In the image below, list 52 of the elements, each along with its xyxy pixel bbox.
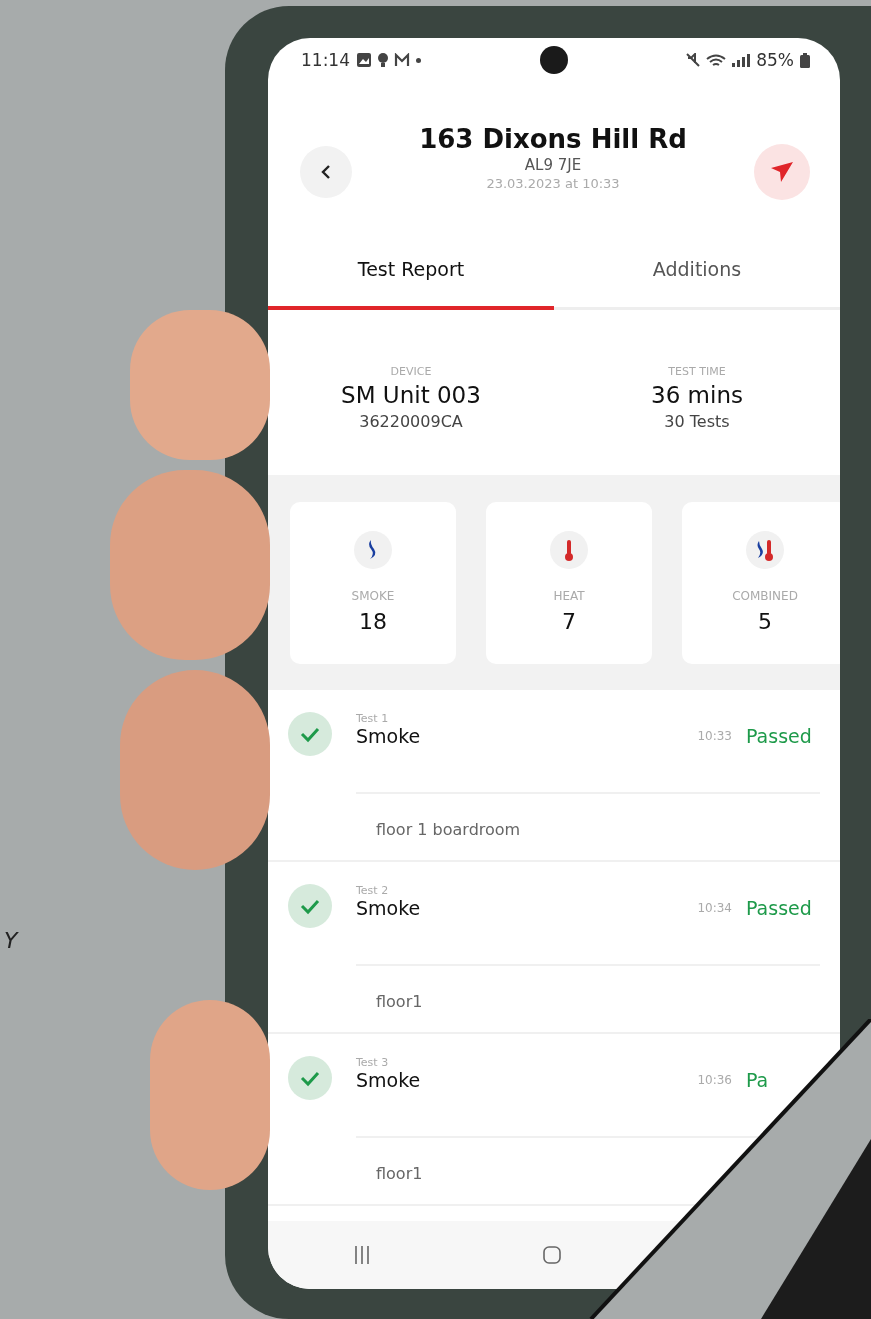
combined-icon xyxy=(746,531,784,569)
summary-value: SM Unit 003 xyxy=(341,381,481,408)
tab[interactable]: Test Report xyxy=(268,232,554,310)
date-text: 23.03.2023 at 10:33 xyxy=(486,175,620,191)
category-label: SMOKE xyxy=(351,589,395,603)
test-location: floor1 xyxy=(376,1164,423,1183)
category-count: 5 xyxy=(758,609,772,634)
test-type: Smoke xyxy=(356,897,422,919)
home-icon[interactable] xyxy=(543,1246,561,1264)
category-label: COMBINED xyxy=(732,589,798,603)
test-number: Test 1 xyxy=(356,712,390,725)
test-type: Smoke xyxy=(356,1069,422,1091)
test-result: Pa xyxy=(746,1069,770,1091)
summary-label: TEST TIME xyxy=(668,364,726,378)
summary-detail: 36220009CA xyxy=(359,411,463,431)
recent-apps-icon[interactable] xyxy=(355,1246,369,1264)
summary-detail: 30 Tests xyxy=(664,411,730,431)
back-icon xyxy=(321,164,331,180)
summary-value: 36 mins xyxy=(651,381,743,408)
test-location: floor 1 boardroom xyxy=(376,820,521,839)
test-result: Passed xyxy=(746,725,813,747)
signal-icon xyxy=(732,53,751,67)
test-time: 10:36 xyxy=(697,1073,732,1087)
dot-icon xyxy=(416,57,421,63)
test-number: Test 2 xyxy=(356,884,390,897)
test-time: 10:34 xyxy=(697,901,732,915)
mute-icon xyxy=(686,53,701,67)
mail-icon xyxy=(394,53,410,67)
image-icon xyxy=(356,52,372,68)
tab[interactable]: Additions xyxy=(554,232,840,310)
test-time: 10:33 xyxy=(697,729,732,743)
address-title: 163 Dixons Hill Rd xyxy=(419,123,687,154)
wifi-icon xyxy=(706,54,727,66)
category-count: 7 xyxy=(562,609,576,634)
summary-label: DEVICE xyxy=(390,364,432,378)
send-icon xyxy=(771,162,793,182)
caption-text: Y xyxy=(4,928,18,953)
bulb-icon xyxy=(378,52,388,68)
heat-icon xyxy=(550,531,588,569)
clock-text: 11:14 xyxy=(301,50,350,70)
send-button[interactable] xyxy=(754,144,810,200)
category-count: 18 xyxy=(359,609,387,634)
camera-dot xyxy=(539,46,568,74)
category-label: HEAT xyxy=(553,589,585,603)
smoke-icon xyxy=(354,531,392,569)
test-location: floor1 xyxy=(376,992,423,1011)
test-number: Test 3 xyxy=(356,1056,390,1069)
postcode-text: AL9 7JE xyxy=(524,155,582,174)
test-type: Smoke xyxy=(356,725,422,747)
battery-icon xyxy=(800,52,810,68)
test-result: Passed xyxy=(746,897,813,919)
battery-text: 85% xyxy=(756,50,794,70)
